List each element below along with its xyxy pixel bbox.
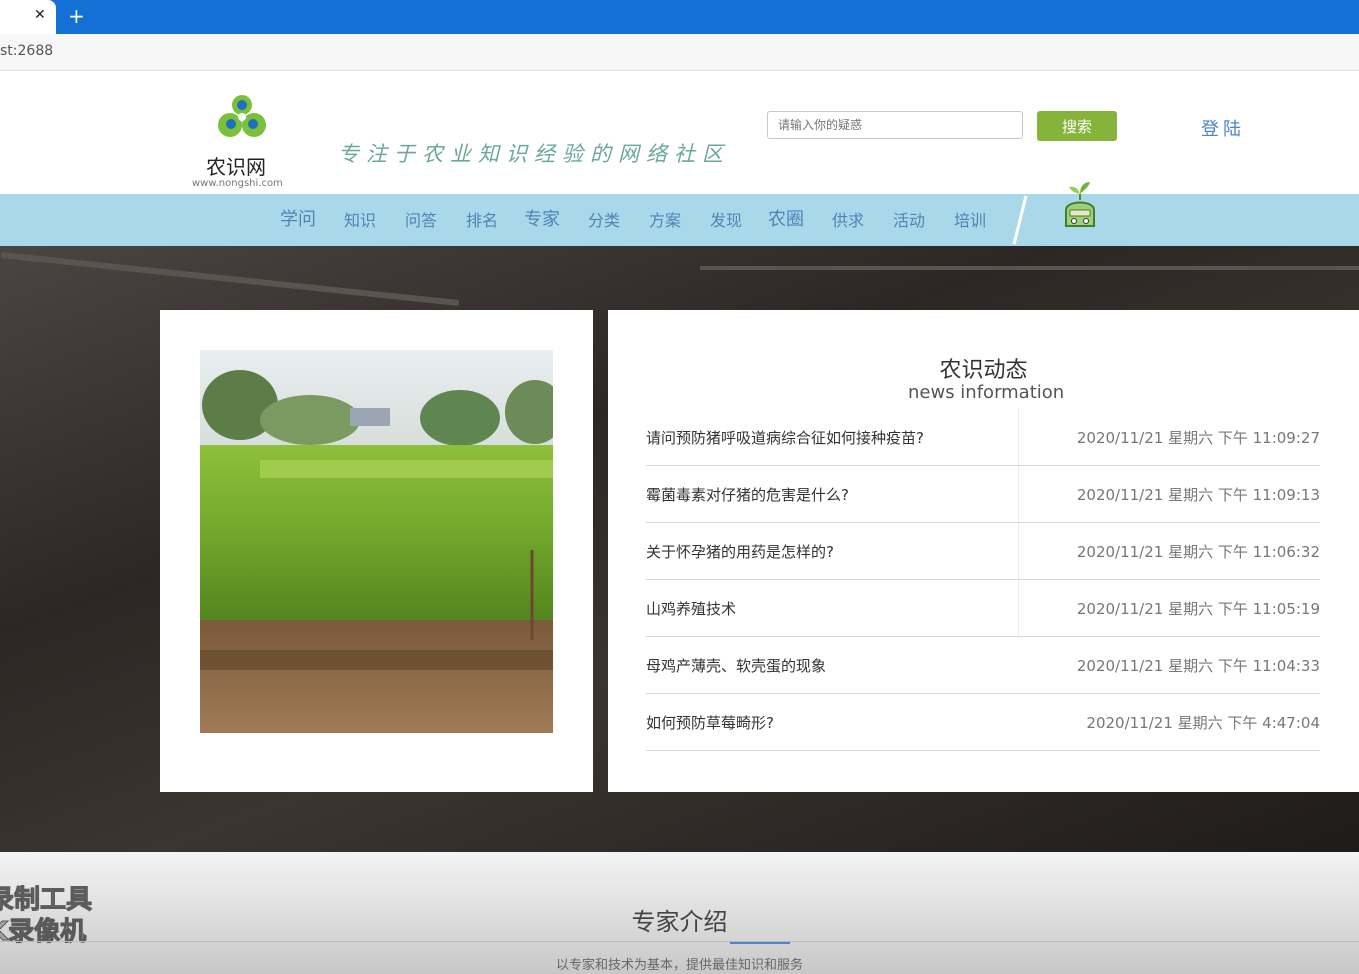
nav-item-fangan[interactable]: 方案 xyxy=(649,207,681,231)
nav-item-zhishi[interactable]: 知识 xyxy=(344,207,376,231)
experts-title: 专家介绍 xyxy=(631,908,728,936)
browser-tab[interactable]: ✕ xyxy=(0,0,56,34)
address-bar[interactable]: st:2688 xyxy=(0,34,1359,71)
news-item-date: 2020/11/21 星期六 下午 11:06:32 xyxy=(1076,543,1320,561)
news-item-date: 2020/11/21 星期六 下午 11:09:27 xyxy=(1076,429,1320,447)
nav-item-gongqiu[interactable]: 供求 xyxy=(832,207,864,231)
site-slogan: 专注于农业知识经验的网络社区 xyxy=(338,142,730,166)
news-item-title[interactable]: 请问预防猪呼吸道病综合征如何接种疫苗? xyxy=(646,427,924,448)
logo-name: 农识网 xyxy=(206,155,266,179)
search-input[interactable] xyxy=(767,111,1023,139)
image-card xyxy=(160,310,593,792)
news-item-date: 2020/11/21 星期六 下午 11:04:33 xyxy=(1076,657,1320,675)
news-item[interactable]: 请问预防猪呼吸道病综合征如何接种疫苗? 2020/11/21 星期六 下午 11… xyxy=(646,408,1320,466)
browser-tab-bar: ✕ + xyxy=(0,0,1359,34)
news-subtitle: news information xyxy=(908,382,1065,403)
background-decoration xyxy=(700,266,1359,270)
nav-item-zhuanjia[interactable]: 专家 xyxy=(524,205,560,231)
address-text[interactable]: st:2688 xyxy=(0,43,53,59)
login-link[interactable]: 登陆 xyxy=(1201,115,1245,141)
news-title: 农识动态 xyxy=(939,358,1028,383)
nav-item-faxian[interactable]: 发现 xyxy=(710,207,742,231)
site-header: 农识网 www.nongshi.com 专注于农业知识经验的网络社区 搜索 登陆 xyxy=(0,71,1359,194)
field-photo xyxy=(200,350,553,733)
news-card: 农识动态 news information 请问预防猪呼吸道病综合征如何接种疫苗… xyxy=(608,310,1359,792)
title-underline xyxy=(730,942,790,944)
nav-item-wenda[interactable]: 问答 xyxy=(405,207,437,231)
nav-item-huodong[interactable]: 活动 xyxy=(893,207,925,231)
search-button[interactable]: 搜索 xyxy=(1037,111,1117,141)
nav-item-nongquan[interactable]: 农圈 xyxy=(768,205,804,231)
news-item-date: 2020/11/21 星期六 下午 11:05:19 xyxy=(1076,600,1320,618)
nav-divider-icon xyxy=(1012,195,1028,245)
nav-item-xuewen[interactable]: 学问 xyxy=(280,205,316,231)
news-item-title[interactable]: 如何预防草莓畸形? xyxy=(646,712,774,733)
news-item-title[interactable]: 母鸡产薄壳、软壳蛋的现象 xyxy=(646,655,826,676)
logo-icon xyxy=(218,95,266,137)
news-item-date: 2020/11/21 星期六 下午 11:09:13 xyxy=(1076,486,1320,504)
news-item[interactable]: 母鸡产薄壳、软壳蛋的现象 2020/11/21 星期六 下午 11:04:33 xyxy=(646,636,1320,694)
close-tab-icon[interactable]: ✕ xyxy=(34,7,46,23)
news-item[interactable]: 如何预防草莓畸形? 2020/11/21 星期六 下午 4:47:04 xyxy=(646,693,1320,751)
experts-subtitle: 以专家和技术为基本，提供最佳知识和服务 xyxy=(555,958,803,973)
news-item-date: 2020/11/21 星期六 下午 4:47:04 xyxy=(1086,714,1320,732)
background-decoration xyxy=(0,251,460,307)
nav-item-fenlei[interactable]: 分类 xyxy=(588,207,620,231)
news-item-title[interactable]: 关于怀孕猪的用药是怎样的? xyxy=(646,541,834,562)
news-item[interactable]: 关于怀孕猪的用药是怎样的? 2020/11/21 星期六 下午 11:06:32 xyxy=(646,522,1320,580)
experts-section: 录制工具 K录像机 专家介绍 以专家和技术为基本，提供最佳知识和服务 xyxy=(0,852,1359,974)
hero-section: 农识动态 news information 请问预防猪呼吸道病综合征如何接种疫苗… xyxy=(0,246,1359,852)
news-item[interactable]: 霉菌毒素对仔猪的危害是什么? 2020/11/21 星期六 下午 11:09:1… xyxy=(646,465,1320,523)
mascot-icon[interactable] xyxy=(1058,180,1102,232)
news-item-title[interactable]: 霉菌毒素对仔猪的危害是什么? xyxy=(646,484,849,505)
nav-item-peixun[interactable]: 培训 xyxy=(954,207,986,231)
news-item[interactable]: 山鸡养殖技术 2020/11/21 星期六 下午 11:05:19 xyxy=(646,579,1320,637)
main-nav: 学问 知识 问答 排名 专家 分类 方案 发现 农圈 供求 活动 培训 xyxy=(0,182,1359,246)
logo-url: www.nongshi.com xyxy=(192,178,283,189)
new-tab-icon[interactable]: + xyxy=(68,4,85,28)
news-item-title[interactable]: 山鸡养殖技术 xyxy=(646,598,736,619)
site-logo[interactable]: 农识网 www.nongshi.com xyxy=(190,93,300,191)
nav-item-paiming[interactable]: 排名 xyxy=(466,207,498,231)
divider xyxy=(0,941,1359,942)
